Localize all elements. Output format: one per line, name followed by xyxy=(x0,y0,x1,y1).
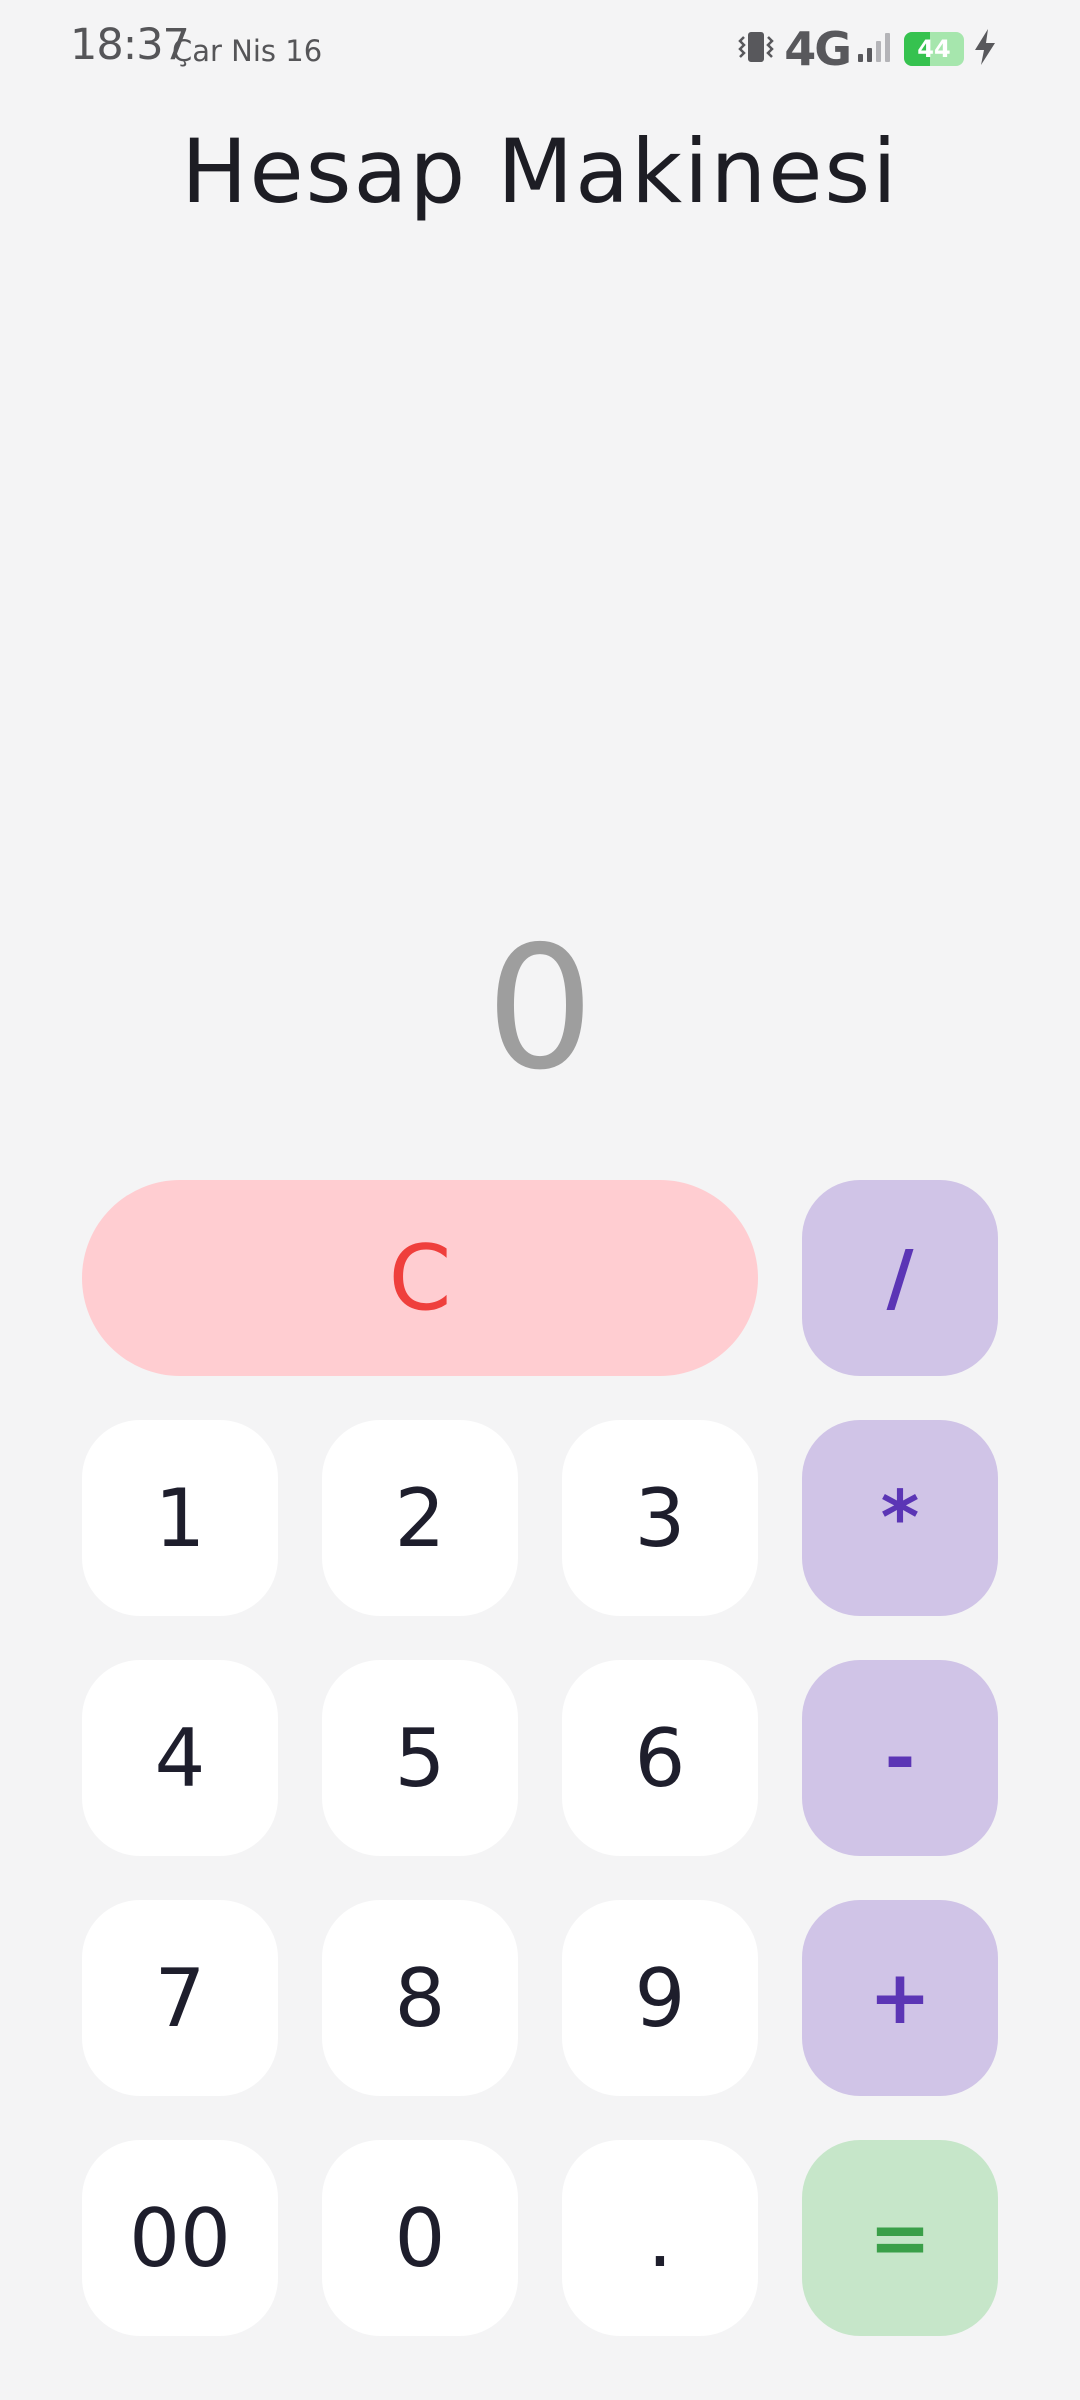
equals-button[interactable]: = xyxy=(802,2140,998,2336)
digit-7-button[interactable]: 7 xyxy=(82,1900,278,2096)
digit-5-button[interactable]: 5 xyxy=(322,1660,518,1856)
vibrate-icon xyxy=(736,27,776,71)
calculator-screen: 18:37 Çar Nis 16 4G 44 Hesap Makinesi 0 … xyxy=(0,0,1080,2400)
app-title: Hesap Makinesi xyxy=(181,120,899,223)
digit-6-button[interactable]: 6 xyxy=(562,1660,758,1856)
digit-1-button[interactable]: 1 xyxy=(82,1420,278,1616)
digit-2-button[interactable]: 2 xyxy=(322,1420,518,1616)
multiply-button[interactable]: * xyxy=(802,1420,998,1616)
status-bar: 18:37 Çar Nis 16 4G 44 xyxy=(0,0,1080,100)
charging-icon xyxy=(972,27,998,71)
double-zero-button[interactable]: 00 xyxy=(82,2140,278,2336)
digit-3-button[interactable]: 3 xyxy=(562,1420,758,1616)
add-button[interactable]: + xyxy=(802,1900,998,2096)
digit-8-button[interactable]: 8 xyxy=(322,1900,518,2096)
subtract-button[interactable]: - xyxy=(802,1660,998,1856)
divide-button[interactable]: / xyxy=(802,1180,998,1376)
display-value: 0 xyxy=(485,910,595,1108)
signal-icon xyxy=(856,30,894,68)
status-icons: 4G 44 xyxy=(736,22,998,76)
digit-0-button[interactable]: 0 xyxy=(322,2140,518,2336)
decimal-button[interactable]: . xyxy=(562,2140,758,2336)
digit-9-button[interactable]: 9 xyxy=(562,1900,758,2096)
status-date: Çar Nis 16 xyxy=(172,34,323,68)
battery-icon: 44 xyxy=(904,32,964,66)
digit-4-button[interactable]: 4 xyxy=(82,1660,278,1856)
network-type: 4G xyxy=(784,22,852,76)
battery-level: 44 xyxy=(917,35,951,63)
clear-button[interactable]: C xyxy=(82,1180,758,1376)
